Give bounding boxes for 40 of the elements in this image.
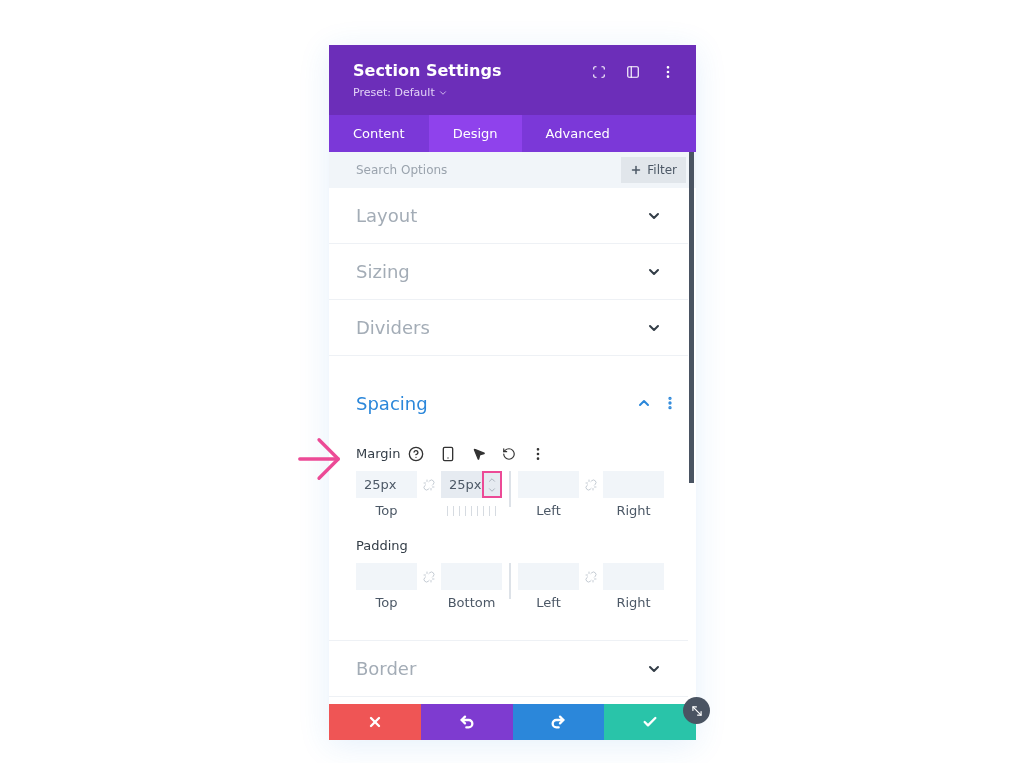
- resize-icon: [689, 703, 704, 718]
- tab[interactable]: Advanced: [521, 115, 634, 152]
- link-icon[interactable]: [585, 479, 597, 491]
- preset-dropdown[interactable]: Preset: Default: [353, 85, 502, 102]
- undo-button[interactable]: [420, 704, 513, 740]
- group-label: Margin: [356, 445, 401, 464]
- section-header[interactable]: Spacing: [329, 356, 688, 432]
- tab[interactable]: Content: [329, 115, 429, 152]
- field-label: Top: [375, 502, 398, 521]
- expand-icon[interactable]: [592, 65, 606, 79]
- value-field[interactable]: 25px: [356, 471, 417, 498]
- field-label: Right: [616, 502, 651, 521]
- pointer-icon[interactable]: [472, 447, 487, 461]
- save-button[interactable]: [604, 704, 696, 740]
- field-label: Top: [375, 594, 398, 613]
- resize-handle[interactable]: [683, 697, 710, 724]
- redo-button[interactable]: [512, 704, 605, 740]
- stepper-control[interactable]: [482, 471, 502, 498]
- help-icon[interactable]: [408, 446, 425, 462]
- value-field[interactable]: 25px: [441, 471, 502, 498]
- field-label: Left: [536, 502, 561, 521]
- filter-button[interactable]: Filter: [621, 157, 686, 183]
- undo-icon: [458, 714, 475, 730]
- link-icon[interactable]: [423, 479, 435, 491]
- scrollbar[interactable]: [689, 152, 694, 483]
- field-label: Bottom: [447, 594, 496, 613]
- field-label: Left: [536, 594, 561, 613]
- reset-icon[interactable]: [502, 447, 517, 461]
- search-bar[interactable]: Search Options Filter: [329, 152, 696, 188]
- group-label: Padding: [356, 537, 408, 556]
- redo-icon: [550, 714, 567, 730]
- search-field[interactable]: Search Options: [356, 157, 556, 183]
- link-icon[interactable]: [423, 571, 435, 583]
- cancel-button[interactable]: [329, 704, 421, 740]
- field-label: Right: [616, 594, 651, 613]
- plus-icon: [630, 164, 643, 176]
- tab[interactable]: Design: [428, 115, 522, 152]
- panel-title: Section Settings: [353, 60, 502, 82]
- columns-icon[interactable]: [626, 65, 640, 79]
- link-icon[interactable]: [585, 571, 597, 583]
